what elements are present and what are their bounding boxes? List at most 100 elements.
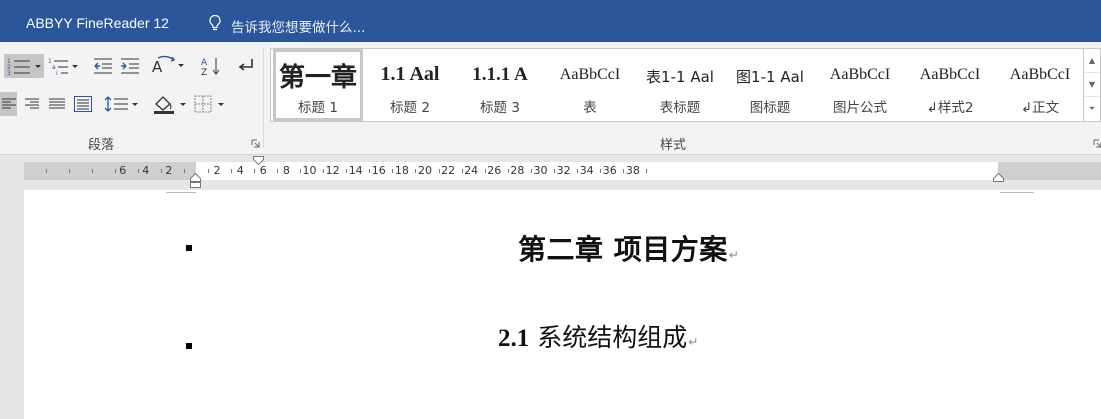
ruler-number: 18: [394, 164, 409, 177]
style-style-2[interactable]: AaBbCcI ↲样式2: [905, 49, 995, 121]
decrease-indent-button[interactable]: [90, 54, 116, 78]
title-bar: ABBYY FineReader 12 告诉我您想要做什么...: [0, 0, 1101, 42]
chinese-layout-icon: A: [152, 55, 184, 76]
style-figure-caption[interactable]: 图1-1 Aal 图标题: [725, 49, 815, 121]
style-name: 标题 3: [480, 100, 520, 116]
ruler-number: 34: [579, 164, 594, 177]
ruler-number: 2: [213, 164, 221, 177]
svg-text:A: A: [201, 58, 208, 68]
gallery-up-button[interactable]: ▲: [1084, 49, 1100, 73]
styles-gallery: 第一章 标题 1 1.1 Aal 标题 2 1.1.1 A 标题 3 AaBbC…: [270, 48, 1084, 122]
gallery-down-button[interactable]: ▼: [1084, 73, 1100, 97]
group-separator: [263, 48, 264, 148]
style-figure-formula[interactable]: AaBbCcI 图片公式: [815, 49, 905, 121]
section-heading[interactable]: 2.1 系统结构组成↵: [498, 318, 698, 354]
align-right-icon: [25, 98, 39, 109]
numbering-button[interactable]: 1 2 3: [4, 54, 44, 78]
list-bullet-marker: [186, 245, 192, 251]
style-heading-2[interactable]: 1.1 Aal 标题 2: [365, 49, 455, 121]
line-spacing-icon: [104, 96, 138, 112]
ruler-number: 30: [533, 164, 548, 177]
ruler-tick: [530, 169, 532, 173]
svg-text:Z: Z: [201, 68, 207, 77]
distributed-button[interactable]: [72, 92, 94, 116]
paragraph-dialog-launcher-icon[interactable]: [251, 139, 260, 148]
shading-button[interactable]: [152, 92, 190, 116]
sort-icon: A Z: [201, 58, 220, 77]
style-name: ↲样式2: [926, 100, 974, 116]
tell-me-search[interactable]: 告诉我您想要做什么...: [231, 16, 365, 36]
ruler-tick: [68, 169, 70, 173]
increase-indent-button[interactable]: [117, 54, 143, 78]
style-name: 标题 1: [298, 100, 338, 116]
justify-button[interactable]: [46, 92, 68, 116]
borders-button[interactable]: [194, 92, 230, 116]
line-spacing-button[interactable]: [104, 92, 140, 116]
ruler-tick: [577, 169, 579, 173]
hanging-indent-marker[interactable]: [190, 173, 201, 189]
tab-abbyy-finereader[interactable]: ABBYY FineReader 12: [26, 15, 169, 31]
paragraph-group: 1 2 3 1 a i A A Z 段落: [0, 42, 264, 155]
horizontal-ruler[interactable]: 6 4 2 2 4 6 8 10 12 14 16 18 20 22 24 26 28 30 32 34 36 38: [24, 162, 1101, 180]
decrease-indent-icon: [94, 58, 112, 74]
style-name: 标题 2: [390, 100, 430, 116]
ruler-tick: [623, 169, 625, 173]
list-bullet-marker: [186, 343, 192, 349]
ribbon: 1 2 3 1 a i A A Z 段落 第一章 标题 1 1.1 Aal 标题…: [0, 42, 1101, 155]
styles-dialog-launcher-icon[interactable]: [1093, 139, 1101, 148]
ruler-tick: [161, 169, 163, 173]
style-heading-1[interactable]: 第一章 标题 1: [273, 49, 363, 121]
svg-text:3: 3: [7, 70, 11, 77]
ruler-tick: [323, 169, 325, 173]
increase-indent-icon: [121, 58, 139, 74]
gallery-more-button[interactable]: ⏷: [1084, 97, 1100, 121]
chinese-layout-button[interactable]: A: [150, 54, 188, 78]
style-preview: 第一章: [278, 63, 357, 93]
right-indent-marker[interactable]: [993, 173, 1004, 182]
ruler-number: 32: [556, 164, 571, 177]
ruler-tick: [45, 169, 47, 173]
style-name: ↲正文: [1020, 100, 1060, 116]
sort-button[interactable]: A Z: [198, 54, 224, 78]
ruler-tick: [230, 169, 232, 173]
ruler-tick: [600, 169, 602, 173]
styles-gallery-scroll: ▲ ▼ ⏷: [1084, 48, 1101, 122]
paragraph-mark-icon: [238, 59, 253, 71]
borders-icon: [194, 95, 224, 113]
ruler-right-margin: [998, 162, 1101, 180]
ruler-tick: [369, 169, 371, 173]
ruler-number: 26: [487, 164, 502, 177]
svg-text:i: i: [56, 70, 58, 77]
ruler-tick: [253, 169, 255, 173]
first-line-indent-marker[interactable]: [253, 156, 264, 165]
ruler-tick: [392, 169, 394, 173]
ruler-tick: [299, 169, 301, 173]
ruler-tick: [207, 169, 209, 173]
styles-group-label: 样式: [660, 138, 687, 153]
style-preview: 1.1 Aal: [380, 63, 440, 85]
align-left-icon: [1, 98, 16, 109]
ruler-number: 4: [142, 164, 150, 177]
distributed-icon: [74, 96, 92, 112]
align-right-button[interactable]: [21, 92, 43, 116]
ruler-tick: [554, 169, 556, 173]
paragraph-group-label: 段落: [88, 138, 115, 153]
chapter-heading[interactable]: 第二章 项目方案↵: [518, 228, 739, 268]
ruler-number: 24: [464, 164, 479, 177]
style-table[interactable]: AaBbCcI 表: [545, 49, 635, 121]
multilevel-list-button[interactable]: 1 a i: [46, 54, 80, 78]
show-marks-button[interactable]: [234, 54, 258, 78]
ruler-number: 20: [418, 164, 432, 177]
style-name: 图标题: [749, 100, 791, 116]
align-left-button[interactable]: [0, 92, 17, 116]
crop-mark-left: [166, 192, 196, 193]
numbering-icon: 1 2 3: [7, 58, 41, 77]
document-page[interactable]: [24, 190, 1101, 419]
multilevel-list-icon: 1 a i: [48, 58, 78, 77]
style-table-caption[interactable]: 表1-1 Aal 表标题: [635, 49, 725, 121]
ruler-tick: [346, 169, 348, 173]
style-heading-3[interactable]: 1.1.1 A 标题 3: [455, 49, 545, 121]
paragraph-mark: ↵: [728, 248, 740, 262]
ruler-number: 38: [625, 164, 640, 177]
style-normal[interactable]: AaBbCcI ↲正文: [995, 49, 1085, 121]
